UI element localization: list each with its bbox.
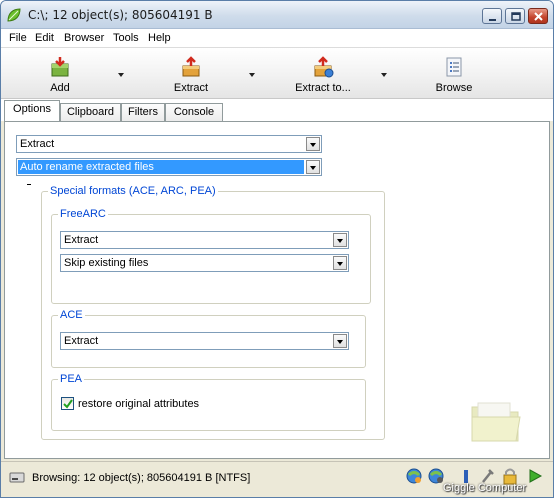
tab-strip: Options Clipboard Filters Console [1, 99, 553, 121]
browse-icon [446, 57, 462, 77]
menu-browser[interactable]: Browser [64, 32, 104, 44]
overwrite-select-value: Auto rename extracted files [20, 161, 154, 173]
folder-watermark-icon [471, 402, 521, 442]
collapse-toggle[interactable] [27, 184, 31, 185]
close-icon [534, 12, 543, 21]
leaf-app-icon [7, 8, 21, 22]
chevron-down-icon[interactable] [306, 160, 320, 174]
action-select[interactable]: Extract [16, 135, 322, 153]
window-title: C:\; 12 object(s); 805604191 B [28, 8, 213, 22]
options-panel: Extract Auto rename extracted files Spec… [4, 121, 550, 459]
menu-file[interactable]: File [9, 32, 27, 44]
ace-action-value: Extract [64, 335, 99, 347]
play-icon[interactable] [526, 467, 544, 485]
pea-group: PEA restore original attributes [51, 373, 366, 431]
minimize-button[interactable] [482, 8, 502, 24]
drive-icon [9, 472, 25, 483]
freearc-overwrite-value: Skip existing files [64, 257, 149, 269]
browse-button[interactable]: Browse [429, 50, 479, 96]
menu-tools[interactable]: Tools [113, 32, 139, 44]
freearc-group: FreeARC Extract Skip existing files [51, 208, 371, 304]
toolbar: Add Extract Extract to... Browse [1, 47, 553, 99]
app-window: C:\; 12 object(s); 805604191 B File Edit… [0, 0, 554, 498]
extract-button[interactable]: Extract [161, 50, 221, 96]
freearc-overwrite-select[interactable]: Skip existing files [60, 254, 349, 272]
status-bar: Browsing: 12 object(s); 805604191 B [NTF… [1, 461, 553, 497]
tab-console[interactable]: Console [165, 103, 223, 121]
extract-dropdown-icon[interactable] [249, 73, 255, 77]
overwrite-select[interactable]: Auto rename extracted files [16, 158, 322, 176]
globe-back-icon[interactable] [405, 467, 423, 485]
title-bar[interactable]: C:\; 12 object(s); 805604191 B [1, 1, 553, 29]
special-formats-title: Special formats (ACE, ARC, PEA) [48, 185, 218, 197]
extract-to-button[interactable]: Extract to... [289, 50, 357, 96]
maximize-button[interactable] [505, 8, 525, 24]
ace-title: ACE [58, 309, 85, 321]
special-formats-group: Special formats (ACE, ARC, PEA) FreeARC … [41, 185, 385, 440]
ace-action-select[interactable]: Extract [60, 332, 349, 350]
freearc-title: FreeARC [58, 208, 108, 220]
ace-group: ACE Extract [51, 309, 366, 368]
chevron-down-icon[interactable] [333, 256, 347, 270]
minimize-icon [489, 19, 496, 21]
close-button[interactable] [528, 8, 548, 24]
extract-to-dropdown-icon[interactable] [381, 73, 387, 77]
menu-bar: File Edit Browser Tools Help [1, 29, 553, 47]
menu-edit[interactable]: Edit [35, 32, 54, 44]
brand-watermark: Giggle Computer [443, 482, 527, 494]
add-dropdown-icon[interactable] [118, 73, 124, 77]
extract-to-icon [314, 56, 334, 78]
menu-help[interactable]: Help [148, 32, 171, 44]
action-select-value: Extract [20, 138, 55, 150]
freearc-action-value: Extract [64, 234, 99, 246]
tab-clipboard[interactable]: Clipboard [60, 103, 121, 121]
add-button[interactable]: Add [31, 50, 89, 96]
extract-label: Extract [173, 82, 209, 94]
maximize-icon [511, 12, 521, 21]
restore-attributes-label: restore original attributes [78, 398, 200, 410]
chevron-down-icon[interactable] [306, 137, 320, 151]
add-label: Add [50, 82, 70, 94]
restore-attributes-checkbox[interactable] [61, 397, 74, 410]
tab-options[interactable]: Options [4, 100, 60, 121]
tab-filters[interactable]: Filters [121, 103, 165, 121]
browse-label: Browse [435, 82, 473, 94]
freearc-action-select[interactable]: Extract [60, 231, 349, 249]
extract-to-label: Extract to... [295, 82, 351, 94]
status-text: Browsing: 12 object(s); 805604191 B [NTF… [32, 472, 251, 484]
chevron-down-icon[interactable] [333, 334, 347, 348]
checkmark-icon [63, 399, 73, 409]
extract-archive-icon [182, 56, 200, 77]
pea-title: PEA [58, 373, 85, 385]
chevron-down-icon[interactable] [333, 233, 347, 247]
add-archive-icon [51, 57, 69, 77]
